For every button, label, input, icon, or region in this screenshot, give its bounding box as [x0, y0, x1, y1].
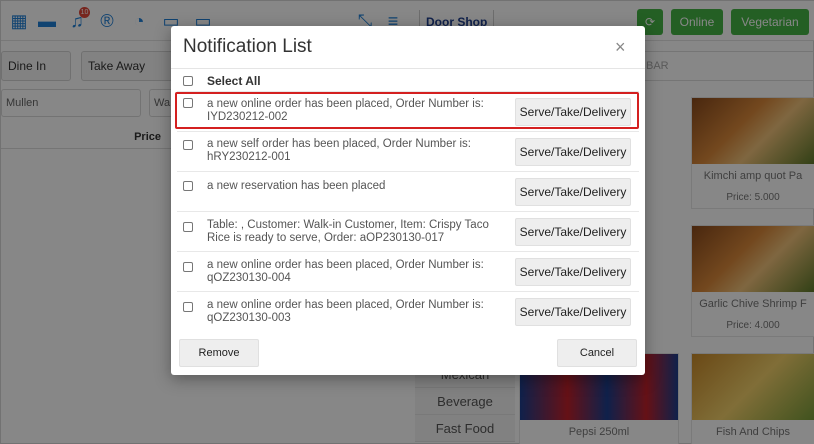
notification-row: a new reservation has been placed Serve/…: [177, 172, 639, 212]
notification-message: a new reservation has been placed: [207, 180, 386, 192]
highlight-box: [175, 92, 639, 129]
modal-title: Notification List: [183, 36, 312, 57]
notification-message: a new online order has been placed, Orde…: [207, 299, 484, 324]
notification-checkbox[interactable]: [183, 140, 193, 150]
notification-row: Table: , Customer: Walk-in Customer, Ite…: [177, 212, 639, 252]
notification-message: Table: , Customer: Walk-in Customer, Ite…: [207, 219, 489, 244]
close-icon[interactable]: ×: [615, 37, 626, 58]
select-all-checkbox[interactable]: [183, 76, 193, 86]
serve-take-delivery-button[interactable]: Serve/Take/Delivery: [515, 138, 631, 166]
notification-checkbox[interactable]: [183, 302, 193, 312]
remove-button[interactable]: Remove: [179, 339, 259, 367]
cancel-button[interactable]: Cancel: [557, 339, 637, 367]
select-all-row: Select All: [177, 70, 639, 92]
serve-take-delivery-button[interactable]: Serve/Take/Delivery: [515, 298, 631, 326]
notification-checkbox[interactable]: [183, 181, 193, 191]
notification-row: a new online order has been placed, Orde…: [177, 292, 639, 332]
notification-row: a new online order has been placed, Orde…: [177, 252, 639, 292]
divider: [171, 68, 645, 69]
serve-take-delivery-button[interactable]: Serve/Take/Delivery: [515, 218, 631, 246]
notification-row: a new self order has been placed, Order …: [177, 132, 639, 172]
serve-take-delivery-button[interactable]: Serve/Take/Delivery: [515, 258, 631, 286]
notification-message: a new online order has been placed, Orde…: [207, 259, 484, 284]
notification-checkbox[interactable]: [183, 222, 193, 232]
notification-message: a new self order has been placed, Order …: [207, 138, 471, 163]
serve-take-delivery-button[interactable]: Serve/Take/Delivery: [515, 178, 631, 206]
notification-checkbox[interactable]: [183, 262, 193, 272]
notification-modal: Notification List × Select All a new onl…: [171, 26, 645, 375]
select-all-label: Select All: [207, 74, 261, 88]
